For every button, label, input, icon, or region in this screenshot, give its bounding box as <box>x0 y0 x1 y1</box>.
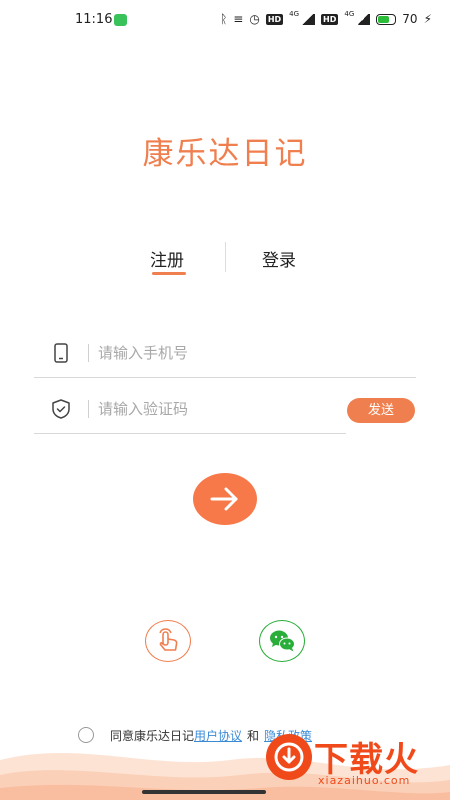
verification-code-input[interactable] <box>98 396 328 422</box>
verification-code-field <box>34 386 346 434</box>
battery-icon <box>376 13 397 25</box>
phone-field-separator <box>88 344 89 362</box>
shield-check-icon <box>50 398 72 420</box>
battery-level: 70 <box>402 12 418 26</box>
alarm-icon: ◷ <box>249 12 260 26</box>
status-bar: 11:16 ᚱ ≡ ◷ HD 4G HD 4G 70 ⚡ <box>0 0 450 40</box>
phone-field <box>34 330 416 378</box>
agreement-and: 和 <box>247 728 260 743</box>
watermark: 下载火 xiazaihuo.com <box>266 732 434 792</box>
send-code-button[interactable]: 发送 <box>347 398 415 423</box>
tab-active-indicator <box>152 272 186 275</box>
tab-register[interactable]: 注册 <box>150 246 184 271</box>
tab-login[interactable]: 登录 <box>262 246 296 271</box>
fingerprint-touch-icon <box>159 628 178 651</box>
agreement-prefix: 同意康乐达日记 <box>110 728 195 743</box>
bluetooth-icon: ᚱ <box>220 12 228 26</box>
status-icons: ᚱ ≡ ◷ HD 4G HD 4G 70 ⚡ <box>220 10 432 26</box>
signal-icon-2 <box>356 13 371 25</box>
code-field-separator <box>88 400 89 418</box>
app-notification-icon <box>114 14 127 26</box>
agreement-radio[interactable] <box>78 727 94 743</box>
arrow-right-icon <box>210 487 238 511</box>
app-logo-title: 康乐达日记 <box>142 136 308 172</box>
signal-icon <box>301 13 316 25</box>
watermark-subtext: xiazaihuo.com <box>318 774 411 787</box>
wechat-login-button[interactable] <box>259 620 305 662</box>
network-gen-right: 4G <box>344 10 355 18</box>
hd-badge-right: HD <box>321 13 339 25</box>
phone-input[interactable] <box>98 340 328 366</box>
user-agreement-link[interactable]: 用户协议 <box>194 727 242 744</box>
phone-icon <box>50 342 72 364</box>
auth-tabs: 注册 登录 <box>0 242 450 282</box>
wechat-icon <box>270 630 295 652</box>
charging-icon: ⚡ <box>423 12 432 26</box>
hd-badge-left: HD <box>265 13 284 25</box>
fingerprint-login-button[interactable] <box>145 620 191 662</box>
network-gen-left: 4G <box>289 10 300 18</box>
tab-divider <box>225 242 226 272</box>
submit-button[interactable] <box>193 473 257 525</box>
download-icon <box>266 734 312 780</box>
status-time: 11:16 <box>75 12 113 27</box>
home-indicator <box>142 790 266 794</box>
vibrate-icon: ≡ <box>233 12 244 26</box>
